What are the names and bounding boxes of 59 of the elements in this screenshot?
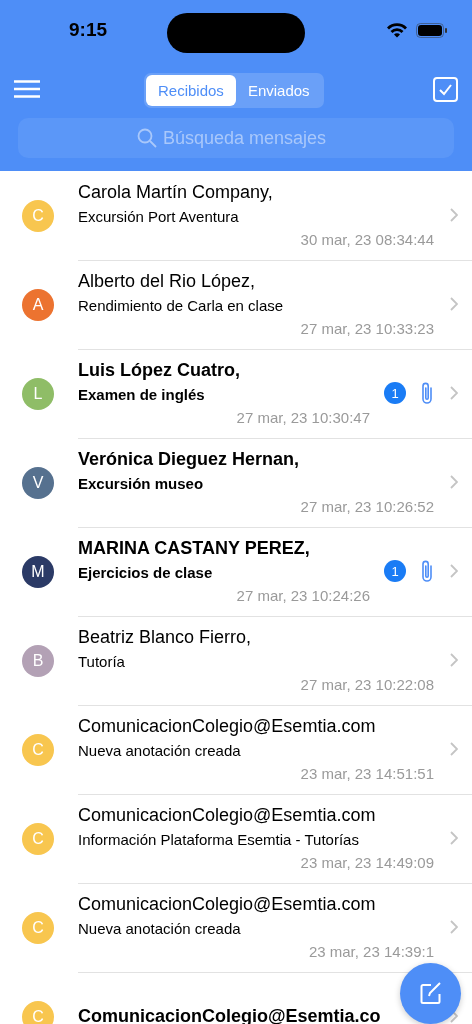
- message-sender: MARINA CASTANY PEREZ,: [78, 538, 311, 559]
- message-sender: ComunicacionColegio@Esemtia.com: [78, 894, 377, 915]
- message-subject: Nueva anotación creada: [78, 920, 242, 937]
- message-date: 30 mar, 23 08:34:44: [300, 231, 434, 248]
- chevron-icon[interactable]: [450, 564, 458, 578]
- message-date: 27 mar, 23 10:33:23: [300, 320, 434, 337]
- avatar: C: [22, 199, 54, 232]
- inbox-tab[interactable]: Recibidos: [146, 75, 236, 106]
- message-date: 27 mar, 23 10:26:52: [300, 498, 434, 515]
- avatar: B: [22, 644, 54, 677]
- message-subject: Tutoría: [78, 653, 126, 670]
- chevron-icon[interactable]: [450, 208, 458, 222]
- avatar: M: [22, 555, 54, 588]
- avatar: V: [22, 466, 54, 499]
- message-date: 27 mar, 23 10:30:47: [236, 409, 370, 426]
- search-field[interactable]: Búsqueda mensajes: [18, 118, 454, 158]
- unread-count: 1: [384, 560, 406, 582]
- message-subject: Excursión museo: [78, 475, 205, 492]
- message-sender: Carola Martín Company,: [78, 182, 274, 203]
- search-input[interactable]: Búsqueda mensajes: [163, 127, 335, 149]
- unread-count: 1: [384, 382, 406, 404]
- wifi-icon: [386, 22, 408, 38]
- status-time: 9:15: [68, 19, 108, 41]
- message-subject: Información Plataforma Esemtia - Tutorías: [78, 831, 360, 848]
- message-subject: Nueva anotación creada: [78, 742, 242, 759]
- avatar: C: [22, 911, 54, 944]
- search-icon: [137, 128, 157, 148]
- chevron-icon[interactable]: [450, 831, 458, 845]
- chevron-icon[interactable]: [450, 297, 458, 311]
- avatar: C: [22, 1000, 54, 1024]
- message-date: 27 mar, 23 10:22:08: [300, 676, 434, 693]
- battery-icon: [416, 22, 448, 38]
- avatar: C: [22, 733, 54, 766]
- chevron-icon[interactable]: [450, 920, 458, 934]
- message-subject: Ejercicios de clase: [78, 564, 214, 581]
- message-sender: Verónica Dieguez Hernan,: [78, 449, 301, 470]
- message-sender: Alberto del Rio López,: [78, 271, 257, 292]
- message-date: 27 mar, 23 10:24:26: [236, 587, 370, 604]
- message-sender: ComunicacionColegio@Esemtia.com: [78, 805, 377, 826]
- avatar: C: [22, 822, 54, 855]
- message-sender: Luis López Cuatro,: [78, 360, 241, 381]
- inbox-tab[interactable]: Enviados: [235, 75, 322, 106]
- message-sender: Beatriz Blanco Fierro,: [78, 627, 253, 648]
- compose-button[interactable]: [400, 963, 461, 1024]
- chevron-icon[interactable]: [450, 475, 458, 489]
- chevron-icon[interactable]: [450, 386, 458, 400]
- message-subject: Examen de inglés: [78, 386, 206, 403]
- chevron-icon[interactable]: [450, 653, 458, 667]
- message-subject: Rendimiento de Carla en clase: [78, 297, 285, 314]
- message-date: 23 mar, 23 14:39:1: [308, 943, 434, 960]
- menu-icon[interactable]: [14, 80, 40, 98]
- message-subject: Excursión Port Aventura: [78, 208, 240, 225]
- avatar: A: [22, 288, 54, 321]
- chevron-icon[interactable]: [450, 742, 458, 756]
- checkbox-icon[interactable]: [433, 76, 458, 102]
- message-sender: ComunicacionColegio@Esemtia.com: [78, 716, 377, 737]
- message-date: 23 mar, 23 14:49:09: [300, 854, 434, 871]
- message-date: 23 mar, 23 14:51:51: [300, 765, 434, 782]
- avatar: L: [22, 377, 54, 410]
